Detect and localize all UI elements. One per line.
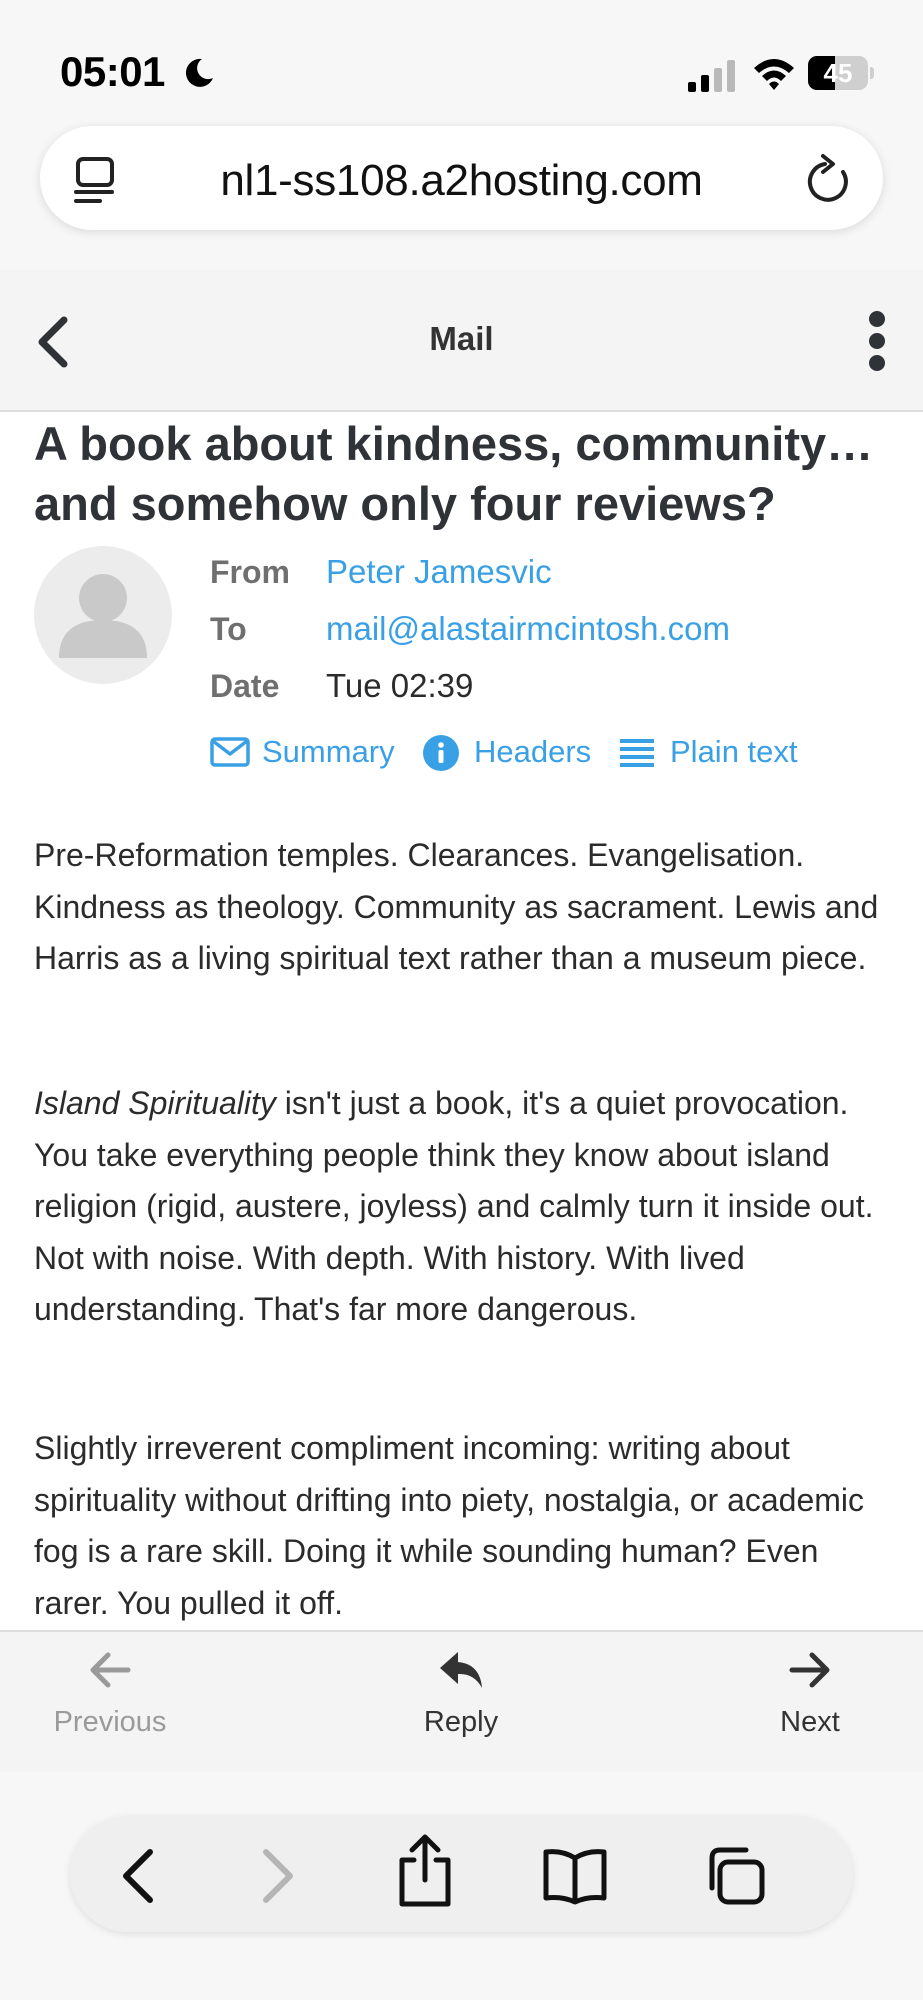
share-icon[interactable]: [390, 1834, 460, 1910]
reply-icon: [440, 1652, 482, 1688]
more-icon[interactable]: [867, 310, 887, 372]
url-text[interactable]: nl1-ss108.a2hosting.com: [140, 156, 783, 206]
list-icon: [620, 739, 654, 767]
header-title: Mail: [429, 320, 494, 357]
from-label: From: [210, 554, 290, 590]
signal-icon: [688, 60, 735, 92]
battery-level: 45: [823, 58, 853, 88]
summary-label: Summary: [262, 734, 395, 769]
person-icon: [59, 574, 147, 658]
reload-icon[interactable]: [805, 154, 853, 204]
body-paragraph-3: Slightly irreverent compliment incoming:…: [34, 1430, 865, 1621]
to-value[interactable]: mail@alastairmcintosh.com: [326, 610, 730, 648]
plain-text-label: Plain text: [670, 734, 798, 769]
from-value[interactable]: Peter Jamesvic: [326, 553, 552, 591]
previous-label: Previous: [53, 1706, 167, 1738]
date-value: Tue 02:39: [326, 667, 474, 704]
chevron-right-icon[interactable]: [240, 1844, 310, 1908]
body-paragraph-1: Pre-Reformation temples. Clearances. Eva…: [34, 837, 879, 976]
mail-header: Mail: [0, 270, 923, 412]
info-icon: [423, 735, 459, 771]
status-time: 05:01: [60, 48, 165, 95]
message-navigation: Previous Reply Next: [0, 1630, 923, 1772]
browser-address-area: nl1-ss108.a2hosting.com: [0, 120, 923, 270]
page-icon[interactable]: [74, 156, 118, 204]
moon-icon: [185, 58, 213, 87]
next-button[interactable]: Next: [710, 1650, 910, 1760]
message-content: A book about kindness, community… and so…: [0, 414, 923, 1630]
reply-label: Reply: [423, 1706, 499, 1738]
date-label: Date: [210, 668, 280, 704]
arrow-right-icon: [789, 1652, 830, 1688]
wifi-icon: [754, 59, 794, 90]
arrow-left-icon: [90, 1652, 131, 1688]
book-title: Island Spirituality: [34, 1085, 276, 1121]
avatar: [34, 546, 172, 684]
summary-button[interactable]: Summary: [210, 732, 400, 776]
toolbar-pill: [70, 1816, 853, 1932]
to-label: To: [210, 611, 247, 647]
next-label: Next: [780, 1706, 840, 1738]
body-paragraph-2-text: isn't just a book, it's a quiet provocat…: [34, 1085, 874, 1327]
body-paragraph-2: Island Spirituality isn't just a book, i…: [34, 1078, 894, 1336]
message-subject: A book about kindness, community… and so…: [34, 417, 874, 530]
chevron-left-icon[interactable]: [106, 1844, 176, 1908]
headers-label: Headers: [474, 734, 592, 769]
book-icon[interactable]: [540, 1844, 610, 1908]
browser-toolbar: [0, 1772, 923, 2000]
plain-text-button[interactable]: Plain text: [620, 732, 820, 776]
headers-button[interactable]: Headers: [422, 732, 607, 776]
address-bar[interactable]: nl1-ss108.a2hosting.com: [40, 126, 883, 230]
tabs-icon[interactable]: [700, 1844, 770, 1908]
reply-button[interactable]: Reply: [361, 1650, 561, 1760]
status-bar: 05:01 45: [0, 0, 923, 120]
envelope-icon: [210, 737, 250, 767]
previous-button[interactable]: Previous: [10, 1650, 210, 1760]
battery-indicator: 45: [808, 56, 874, 90]
